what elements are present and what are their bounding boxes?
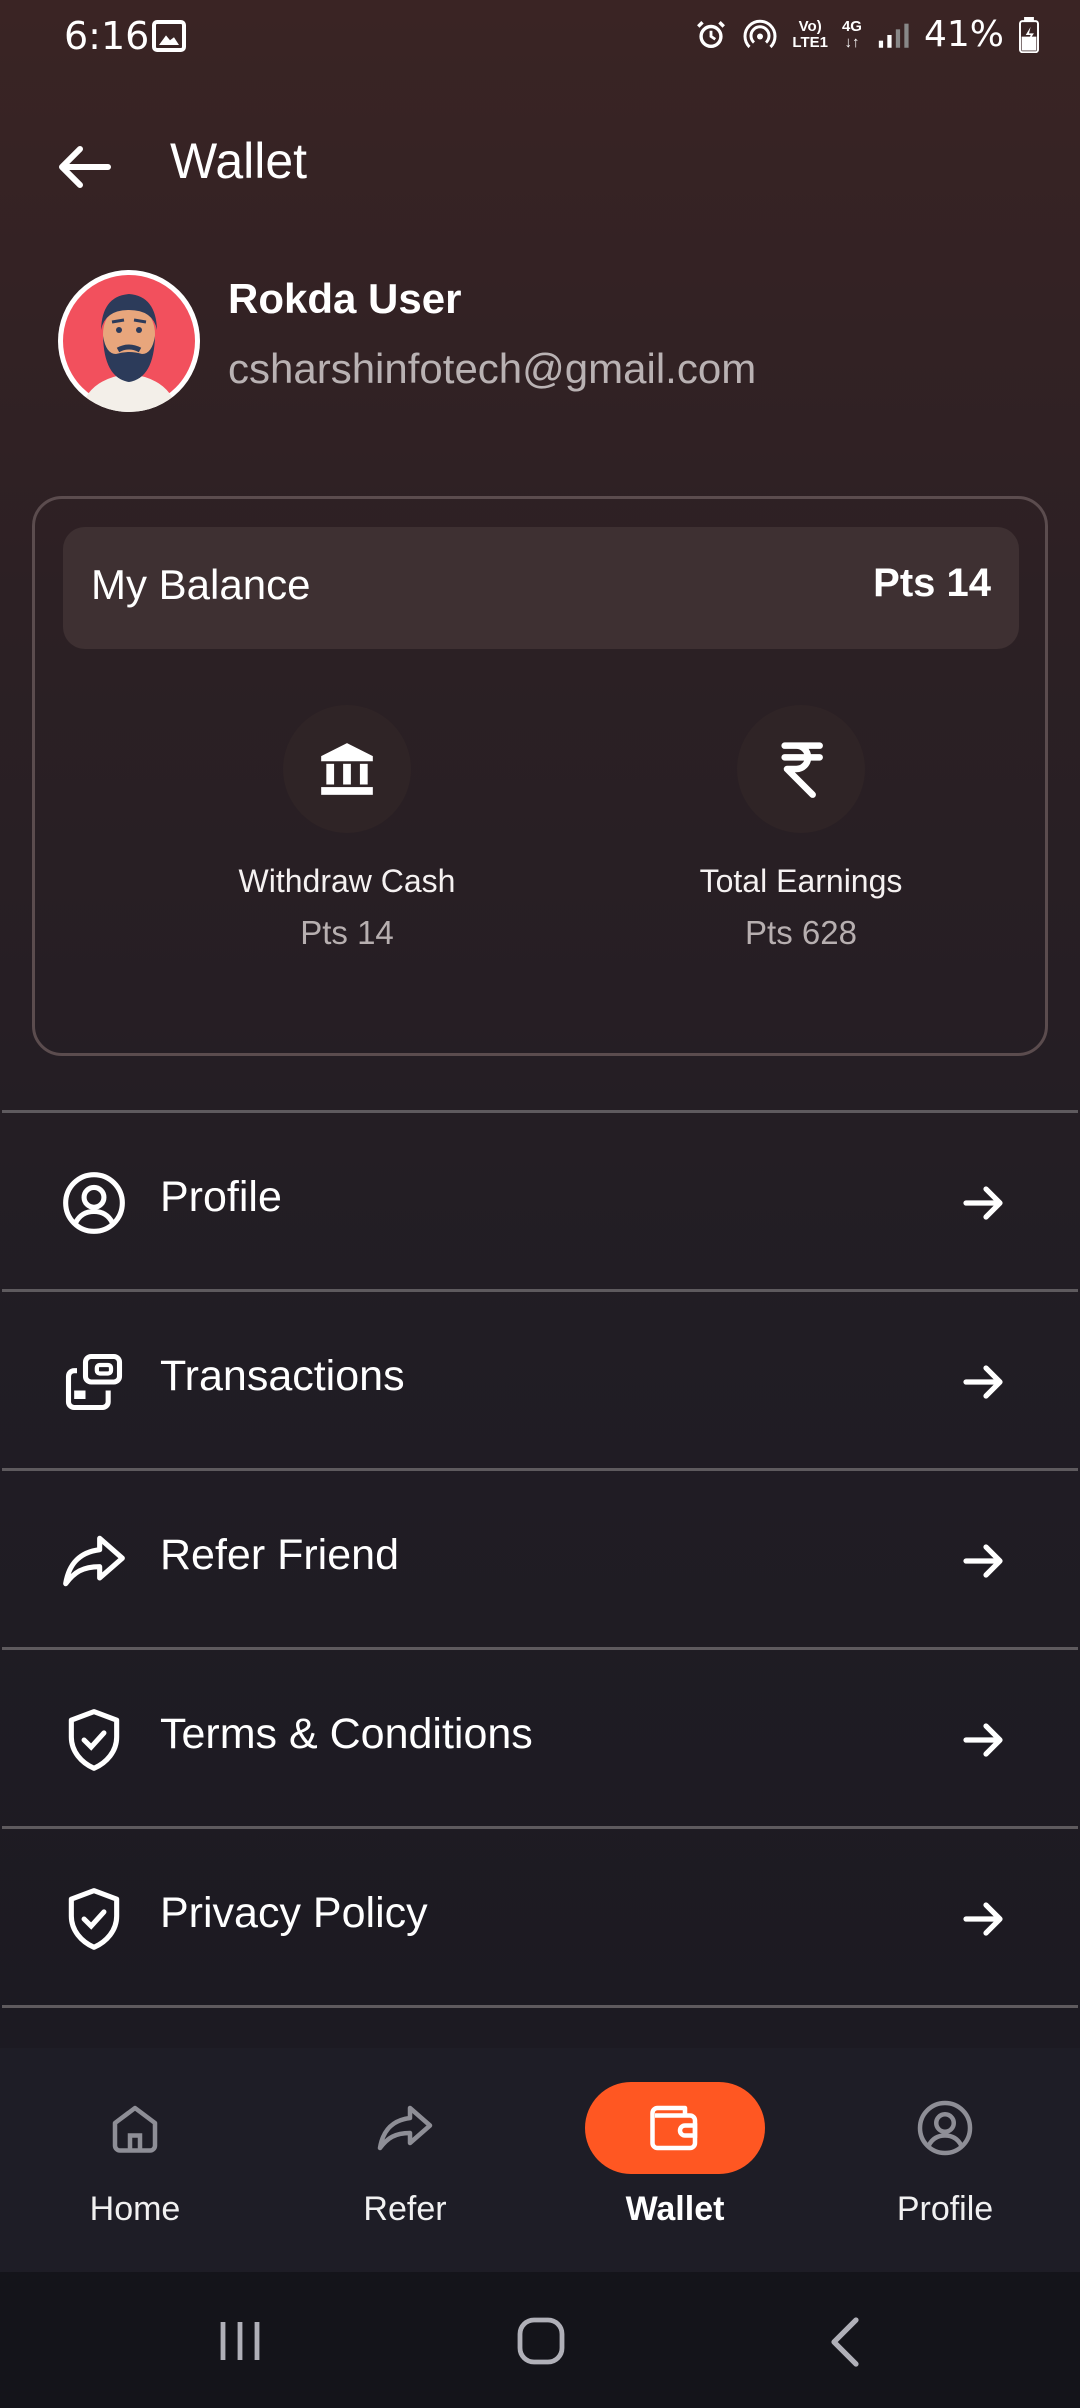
menu-item-terms[interactable]: Terms & Conditions [0,1650,1080,1826]
menu-label: Profile [160,1173,282,1221]
arrow-right-icon [963,1186,1003,1220]
bottom-navigation: Home Refer Wallet Profile [0,2048,1080,2272]
nav-icon-wrap [855,2082,1035,2174]
user-circle-icon [917,2100,973,2156]
arrow-right-icon [963,1365,1003,1399]
menu-item-privacy[interactable]: Privacy Policy [0,1829,1080,2005]
arrow-right-icon [963,1902,1003,1936]
menu-item-transactions[interactable]: Transactions [0,1292,1080,1468]
rupee-icon [781,742,823,798]
earnings-icon-circle [737,705,865,833]
nav-refer[interactable]: Refer [295,2082,515,2229]
withdraw-icon-circle [283,705,411,833]
lte-label: LTE1 [792,33,828,51]
nav-label-wallet: Wallet [625,2190,725,2228]
withdraw-value: Pts 14 [300,914,394,951]
nav-label-refer: Refer [363,2190,447,2228]
volte-indicator: Vo) LTE1 [792,17,828,51]
back-arrow-icon[interactable] [56,142,112,192]
user-email: csharshinfotech@gmail.com [228,345,757,392]
menu-label: Refer Friend [160,1531,399,1579]
withdraw-label: Withdraw Cash [238,863,456,899]
recent-apps-icon[interactable] [215,2318,265,2364]
share-icon [377,2105,433,2151]
gallery-icon [152,20,186,52]
wallet-icon [650,2105,698,2151]
withdraw-cash-button[interactable]: Withdraw Cash Pts 14 [157,705,537,952]
nav-home[interactable]: Home [25,2082,245,2229]
volte-label: Vo) [798,17,822,35]
earnings-label: Total Earnings [699,863,903,899]
balance-label: My Balance [91,561,311,608]
menu-item-profile[interactable]: Profile [0,1113,1080,1289]
shield-check-icon [68,1888,120,1950]
avatar [58,270,200,412]
nav-icon-wrap [315,2082,495,2174]
nav-profile[interactable]: Profile [835,2082,1055,2229]
bearded-man-avatar-icon [59,271,199,412]
menu-label: Transactions [160,1352,405,1400]
total-earnings: Total Earnings Pts 628 [611,705,991,952]
balance-value: Pts 14 [873,561,991,605]
earnings-value: Pts 628 [745,914,857,951]
page-title: Wallet [170,133,308,189]
signal-icon [878,23,909,48]
user-circle-icon [63,1172,125,1234]
status-time: 6:16 [64,14,150,58]
system-navigation-bar [0,2272,1080,2408]
hotspot-icon [743,19,777,48]
network-type: 4G ↓↑ [841,17,862,51]
transactions-icon [65,1353,123,1411]
home-button-icon[interactable] [516,2316,566,2366]
balance-bar: My Balance Pts 14 [63,527,1019,649]
shield-check-icon [68,1709,120,1771]
data-arrows-label: ↓↑ [844,33,860,51]
nav-icon-wrap [45,2082,225,2174]
nav-label-home: Home [89,2190,181,2228]
app-header: Wallet [0,120,1080,210]
arrow-right-icon [963,1544,1003,1578]
status-bar: 6:16 Vo) LTE1 4G ↓↑ 41% [0,0,1080,72]
menu-label: Privacy Policy [160,1889,428,1937]
arrow-right-icon [963,1723,1003,1757]
status-icons: Vo) LTE1 4G ↓↑ 41% [694,14,1040,55]
home-icon [112,2105,158,2153]
battery-icon [1019,16,1039,53]
menu-item-refer-friend[interactable]: Refer Friend [0,1471,1080,1647]
network-4g-label: 4G [841,17,862,35]
balance-card: My Balance Pts 14 Withdraw Cash Pts 14 T… [32,496,1048,1056]
alarm-icon [697,20,726,48]
nav-label-profile: Profile [896,2190,994,2228]
bank-icon [321,743,373,795]
back-button-icon[interactable] [826,2316,862,2368]
user-name: Rokda User [228,275,462,322]
battery-percent: 41% [923,14,1004,55]
settings-menu: Profile Transactions Refer Friend Terms … [0,1110,1080,2008]
nav-wallet[interactable]: Wallet [565,2082,785,2229]
nav-icon-wrap-active [585,2082,765,2174]
menu-label: Terms & Conditions [160,1710,533,1758]
divider [2,2005,1078,2008]
share-icon [63,1535,125,1587]
